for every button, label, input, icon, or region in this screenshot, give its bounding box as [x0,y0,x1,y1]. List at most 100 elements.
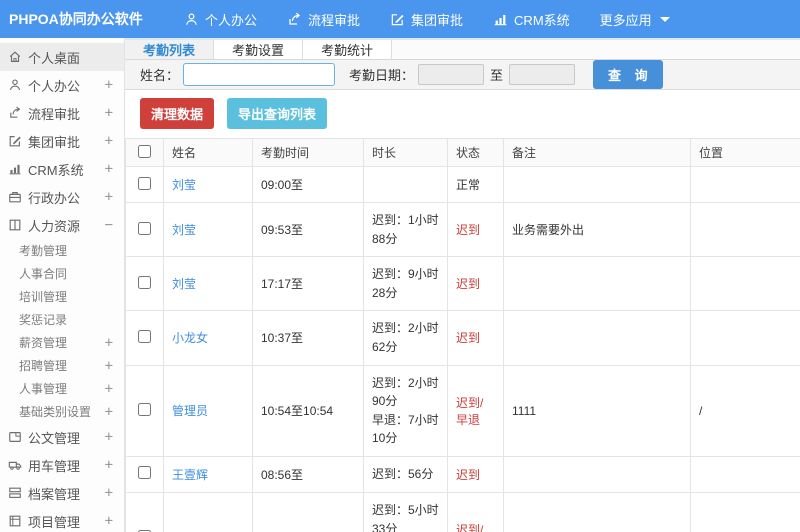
sidebar-item[interactable]: CRM系统 + [0,155,124,183]
search-button[interactable]: 查 询 [593,60,663,89]
attendance-time-cell: 08:56至 [252,455,364,493]
expand-plus-icon[interactable]: + [105,457,118,473]
note-cell: 1111 [503,364,691,457]
sidebar-item-label: 培训管理 [19,290,68,304]
export-list-button[interactable]: 导出查询列表 [227,98,328,129]
sidebar-item[interactable]: 用车管理 + [0,451,124,479]
row-checkbox[interactable] [138,176,151,190]
row-checkbox[interactable] [138,329,151,343]
top-navbar: PHPOA协同办公软件 个人办公 流程审批 集团审批 CRM系统 更多应用 [0,0,800,38]
status-cell: 迟到 [447,455,504,493]
chart-icon [8,162,22,176]
expand-plus-icon[interactable]: + [105,429,118,445]
sidebar-item-label: 流程审批 [28,106,81,122]
home-icon [8,50,22,64]
expand-plus-icon[interactable]: + [105,513,118,529]
name-input[interactable] [183,63,336,86]
sidebar-subitem[interactable]: 人事管理 + [0,377,124,400]
tab-2[interactable]: 考勤设置 [214,40,304,59]
caret-down-icon [659,16,670,22]
employee-name-link[interactable]: 刘莹 [172,178,196,192]
employee-name-link[interactable]: 刘莹 [172,223,196,237]
nav-item[interactable]: 流程审批 [272,0,375,38]
sidebar-subitem[interactable]: 人事合同 [0,262,124,285]
date-from-input[interactable] [418,64,485,85]
nav-item[interactable]: 个人办公 [169,0,272,38]
employee-name-link[interactable]: 王壹辉 [172,468,208,482]
select-all-checkbox[interactable] [138,144,151,158]
name-label: 姓名： [140,68,180,83]
attendance-time-cell: 13:20至13:20 [252,491,364,532]
employee-name-link[interactable]: 刘莹 [172,277,196,291]
location-cell [690,166,800,203]
row-checkbox[interactable] [138,402,151,416]
status-cell: 正常 [447,166,504,203]
sidebar-subitem[interactable]: 薪资管理 + [0,331,124,354]
collapse-minus-icon[interactable]: − [105,217,118,233]
sidebar-subitem[interactable]: 基础类别设置 + [0,400,124,423]
nav-item-label: CRM系统 [514,12,570,28]
note-cell [503,166,691,203]
sidebar-item[interactable]: 项目管理 + [0,507,124,532]
sidebar-item-label: 个人桌面 [28,50,81,66]
nav-item[interactable]: CRM系统 [478,0,585,38]
employee-name-link[interactable]: 小龙女 [172,331,208,345]
sidebar-item[interactable]: 集团审批 + [0,127,124,155]
sidebar-item[interactable]: 流程审批 + [0,99,124,127]
sidebar-item[interactable]: 公文管理 + [0,423,124,451]
clean-data-button[interactable]: 清理数据 [140,98,215,129]
nav-item[interactable]: 更多应用 [585,0,685,38]
sidebar-item[interactable]: 个人桌面 [0,43,124,71]
doc-icon [8,430,22,444]
row-checkbox[interactable] [138,466,151,480]
row-checkbox-cell [125,166,164,203]
tab-bar: 考勤列表 考勤设置 考勤统计 [125,38,800,60]
note-cell [503,491,691,532]
expand-plus-icon[interactable]: + [105,381,118,397]
main-content: 考勤列表 考勤设置 考勤统计 姓名： 考勤日期： 至 查 询 清理数据 导出查询列表… [125,38,800,532]
attendance-time-cell: 10:54至10:54 [252,364,364,457]
nav-item[interactable]: 集团审批 [375,0,478,38]
sidebar-item-label: 薪资管理 [19,336,68,350]
sidebar-item[interactable]: 行政办公 + [0,183,124,211]
table-row: 王壹辉 08:56至 迟到：56分 迟到 [125,455,800,493]
sidebar-item-label: 行政办公 [28,190,81,206]
expand-plus-icon[interactable]: + [105,358,118,374]
employee-name-link[interactable]: 管理员 [172,404,208,418]
sidebar-item[interactable]: 档案管理 + [0,479,124,507]
tab-3[interactable]: 考勤统计 [303,40,393,59]
name-cell: 刘莹 [163,256,253,312]
date-to-input[interactable] [509,64,576,85]
expand-plus-icon[interactable]: + [105,404,118,420]
table-header-row: 姓名 考勤时间 时长 状态 备注 位置 [125,138,800,167]
expand-plus-icon[interactable]: + [105,77,118,93]
expand-plus-icon[interactable]: + [105,161,118,177]
row-checkbox[interactable] [138,221,151,235]
location-cell [690,310,800,366]
column-header: 时长 [363,138,448,167]
sidebar-subitem[interactable]: 招聘管理 + [0,354,124,377]
user-icon [8,78,22,92]
column-header: 状态 [447,138,504,167]
to-label: 至 [490,68,504,83]
sidebar-item[interactable]: 个人办公 + [0,71,124,99]
tab-1[interactable]: 考勤列表 [125,40,215,59]
hamburger-menu-icon[interactable] [125,0,169,38]
expand-plus-icon[interactable]: + [105,335,118,351]
user-icon [184,12,199,27]
expand-plus-icon[interactable]: + [105,485,118,501]
sidebar-item[interactable]: 人力资源 − [0,211,124,239]
name-cell: 刘莹 [163,201,253,258]
expand-plus-icon[interactable]: + [105,189,118,205]
row-checkbox[interactable] [138,275,151,289]
sidebar-item-label: 人力资源 [28,218,81,234]
name-cell: 王壹辉 [163,455,253,493]
expand-plus-icon[interactable]: + [105,105,118,121]
duration-cell: 迟到：1小时88分 [363,201,448,258]
sidebar-subitem[interactable]: 考勤管理 [0,239,124,262]
attendance-time-cell: 09:00至 [252,166,364,203]
sidebar-subitem[interactable]: 奖惩记录 [0,308,124,331]
sidebar-item-label: 人事管理 [19,382,68,396]
expand-plus-icon[interactable]: + [105,133,118,149]
sidebar-subitem[interactable]: 培训管理 [0,285,124,308]
